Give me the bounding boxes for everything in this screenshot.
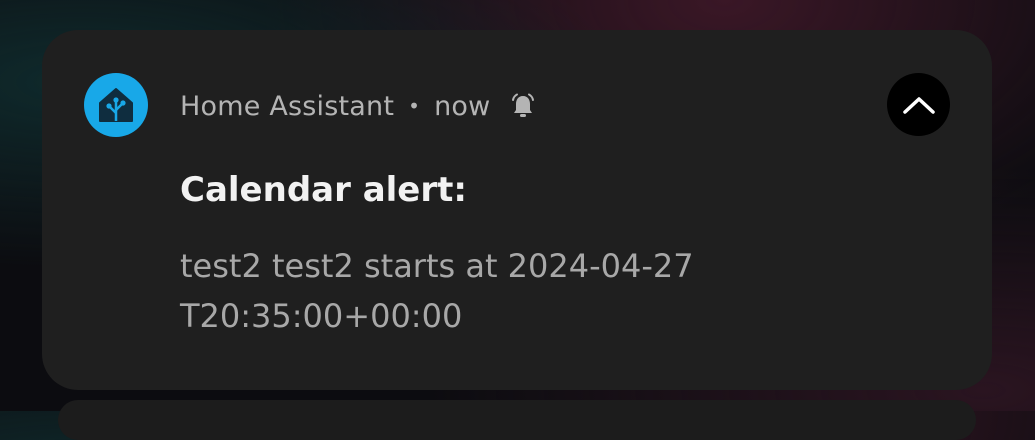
notification-title: Calendar alert: — [180, 170, 467, 210]
app-name: Home Assistant — [180, 90, 395, 122]
notification-header: Home Assistant • now — [180, 86, 538, 126]
separator-dot: • — [408, 94, 421, 118]
collapse-button[interactable] — [887, 73, 950, 136]
next-notification-card[interactable] — [58, 400, 976, 440]
home-assistant-icon — [84, 73, 148, 137]
chevron-up-icon — [902, 96, 935, 114]
notification-card[interactable]: Home Assistant • now Calendar alert: tes… — [42, 30, 992, 390]
notification-message: test2 test2 starts at 2024-04-27T20:35:0… — [180, 247, 694, 335]
bell-icon — [508, 91, 538, 121]
timestamp: now — [434, 90, 491, 122]
